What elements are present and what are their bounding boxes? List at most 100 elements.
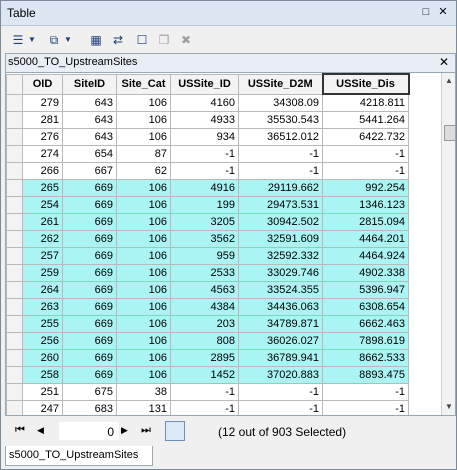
column-header[interactable]: Site_Cat: [116, 73, 171, 95]
table-cell[interactable]: 106: [116, 332, 171, 350]
table-cell[interactable]: 669: [62, 213, 117, 231]
row-selector[interactable]: [6, 264, 23, 282]
row-selector[interactable]: [6, 179, 23, 197]
table-cell[interactable]: 106: [116, 349, 171, 367]
table-row[interactable]: 258 669 106 1452 37020.883 8893.475: [6, 366, 409, 384]
table-cell[interactable]: 643: [62, 111, 117, 129]
table-row[interactable]: 276 643 106 934 36512.012 6422.732: [6, 128, 409, 146]
table-cell[interactable]: 4464.924: [322, 247, 409, 265]
table-cell[interactable]: 669: [62, 247, 117, 265]
table-row[interactable]: 261 669 106 3205 30942.502 2815.094: [6, 213, 409, 231]
scroll-up-icon[interactable]: ▲: [442, 73, 455, 89]
table-cell[interactable]: 106: [116, 366, 171, 384]
table-row[interactable]: 251 675 38 -1 -1 -1: [6, 383, 409, 401]
table-cell[interactable]: 675: [62, 383, 117, 401]
table-row[interactable]: 274 654 87 -1 -1 -1: [6, 145, 409, 163]
table-cell[interactable]: 36789.941: [238, 349, 323, 367]
table-cell[interactable]: 106: [116, 93, 171, 112]
table-cell[interactable]: 29473.531: [238, 196, 323, 214]
table-tab[interactable]: s5000_TO_UpstreamSites: [5, 446, 153, 466]
table-cell[interactable]: 3205: [170, 213, 239, 231]
table-cell[interactable]: 257: [22, 247, 63, 265]
table-cell[interactable]: -1: [170, 400, 239, 415]
table-cell[interactable]: 654: [62, 145, 117, 163]
vertical-scrollbar[interactable]: ▲ ▼: [441, 73, 455, 415]
table-cell[interactable]: 2815.094: [322, 213, 409, 231]
table-cell[interactable]: 37020.883: [238, 366, 323, 384]
table-cell[interactable]: 263: [22, 298, 63, 316]
table-cell[interactable]: 643: [62, 93, 117, 112]
table-cell[interactable]: 8662.533: [322, 349, 409, 367]
table-cell[interactable]: 7898.619: [322, 332, 409, 350]
table-cell[interactable]: 87: [116, 145, 171, 163]
table-cell[interactable]: 669: [62, 179, 117, 197]
table-cell[interactable]: 199: [170, 196, 239, 214]
table-cell[interactable]: 36026.027: [238, 332, 323, 350]
table-row[interactable]: 257 669 106 959 32592.332 4464.924: [6, 247, 409, 265]
table-row[interactable]: 255 669 106 203 34789.871 6662.463: [6, 315, 409, 333]
table-cell[interactable]: 36512.012: [238, 128, 323, 146]
table-cell[interactable]: 669: [62, 281, 117, 299]
table-cell[interactable]: 669: [62, 298, 117, 316]
table-cell[interactable]: 5441.264: [322, 111, 409, 129]
column-header[interactable]: SiteID: [62, 73, 117, 95]
table-cell[interactable]: 62: [116, 162, 171, 180]
table-row[interactable]: 279 643 106 4160 34308.09 4218.811: [6, 93, 409, 112]
table-cell[interactable]: 106: [116, 128, 171, 146]
table-cell[interactable]: 4916: [170, 179, 239, 197]
table-cell[interactable]: 4160: [170, 93, 239, 112]
row-selector[interactable]: [6, 400, 23, 415]
row-selector[interactable]: [6, 349, 23, 367]
table-cell[interactable]: -1: [322, 383, 409, 401]
table-cell[interactable]: -1: [322, 400, 409, 415]
show-selected-records-icon[interactable]: [187, 421, 207, 441]
table-cell[interactable]: 6422.732: [322, 128, 409, 146]
related-tables-icon[interactable]: ⧉: [45, 31, 63, 49]
table-cell[interactable]: 669: [62, 349, 117, 367]
row-selector[interactable]: [6, 315, 23, 333]
column-header[interactable]: USSite_D2M: [238, 73, 323, 95]
row-selector[interactable]: [6, 298, 23, 316]
table-cell[interactable]: -1: [170, 145, 239, 163]
table-row[interactable]: 264 669 106 4563 33524.355 5396.947: [6, 281, 409, 299]
table-row[interactable]: 247 683 131 -1 -1 -1: [6, 400, 409, 415]
table-row[interactable]: 262 669 106 3562 32591.609 4464.201: [6, 230, 409, 248]
table-cell[interactable]: 106: [116, 111, 171, 129]
table-cell[interactable]: -1: [238, 383, 323, 401]
table-cell[interactable]: 33524.355: [238, 281, 323, 299]
table-cell[interactable]: 669: [62, 366, 117, 384]
table-cell[interactable]: 4218.811: [322, 93, 409, 112]
title-bar[interactable]: Table □ ✕: [1, 1, 456, 26]
table-cell[interactable]: 106: [116, 281, 171, 299]
table-cell[interactable]: 38: [116, 383, 171, 401]
table-cell[interactable]: 6662.463: [322, 315, 409, 333]
last-record-icon[interactable]: ⏭: [141, 424, 151, 437]
table-cell[interactable]: 4902.338: [322, 264, 409, 282]
select-by-attributes-icon[interactable]: ▦: [87, 31, 105, 49]
scroll-thumb[interactable]: [444, 125, 455, 141]
table-cell[interactable]: 256: [22, 332, 63, 350]
table-cell[interactable]: 2533: [170, 264, 239, 282]
table-cell[interactable]: 32592.332: [238, 247, 323, 265]
table-cell[interactable]: 265: [22, 179, 63, 197]
row-selector[interactable]: [6, 111, 23, 129]
close-tab-icon[interactable]: ✕: [439, 55, 449, 69]
table-cell[interactable]: 4563: [170, 281, 239, 299]
table-row[interactable]: 265 669 106 4916 29119.662 992.254: [6, 179, 409, 197]
table-cell[interactable]: 34789.871: [238, 315, 323, 333]
table-cell[interactable]: 106: [116, 247, 171, 265]
first-record-icon[interactable]: ⏮: [15, 424, 25, 437]
table-cell[interactable]: 669: [62, 196, 117, 214]
table-row[interactable]: 254 669 106 199 29473.531 1346.123: [6, 196, 409, 214]
table-cell[interactable]: 279: [22, 93, 63, 112]
table-cell[interactable]: 669: [62, 332, 117, 350]
table-cell[interactable]: 259: [22, 264, 63, 282]
table-cell[interactable]: 669: [62, 230, 117, 248]
column-header[interactable]: OID: [22, 73, 63, 95]
scroll-down-icon[interactable]: ▼: [442, 399, 455, 415]
clear-selection-icon[interactable]: ☐: [133, 31, 151, 49]
row-selector[interactable]: [6, 162, 23, 180]
previous-record-icon[interactable]: ◀: [37, 425, 44, 436]
table-cell[interactable]: 106: [116, 213, 171, 231]
table-cell[interactable]: 262: [22, 230, 63, 248]
